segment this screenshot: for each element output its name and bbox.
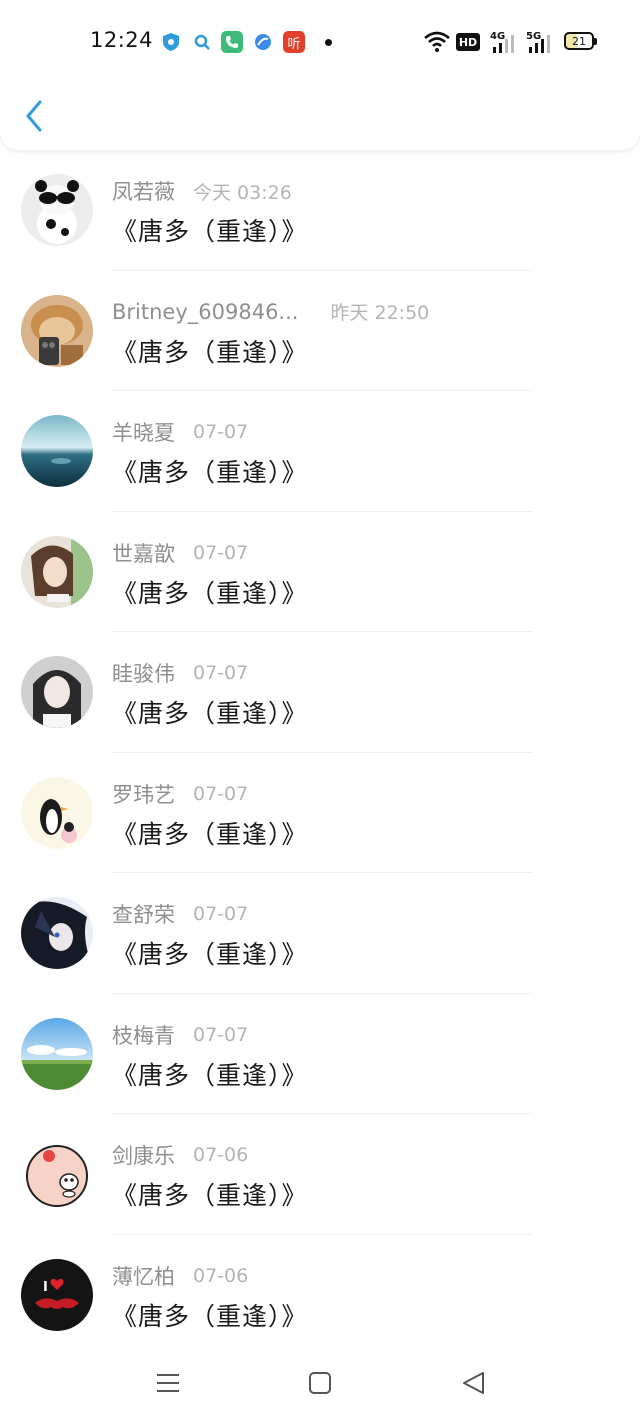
user-name: 凤若薇 <box>112 180 175 204</box>
hd-badge: HD <box>456 33 480 51</box>
item-meta: 世嘉歆 07-07 <box>112 538 248 568</box>
user-name: 世嘉歆 <box>112 541 175 566</box>
list-item[interactable]: 羊晓夏 07-07 《唐多（重逢）》 <box>0 391 640 512</box>
screen: 12:24 听 HD 4G 5G 21 凤若薇 今天 03:26 《唐多（重逢）… <box>0 0 640 1422</box>
list-item[interactable]: 眭骏伟 07-07 《唐多（重逢）》 <box>0 632 640 753</box>
phone-app-icon <box>221 31 243 53</box>
list-item[interactable]: Britney_609846... 昨天 22:50 《唐多（重逢）》 <box>0 271 640 391</box>
post-time: 07-07 <box>193 541 249 564</box>
item-meta: 凤若薇 今天 03:26 <box>112 176 292 206</box>
user-name: 枝梅青 <box>112 1023 175 1048</box>
svg-text:5G: 5G <box>526 31 541 42</box>
post-time: 今天 03:26 <box>193 181 292 204</box>
item-title: 《唐多（重逢）》 <box>112 1301 308 1331</box>
list-item[interactable]: 枝梅青 07-07 《唐多（重逢）》 <box>0 994 640 1114</box>
status-time: 12:24 <box>90 28 154 52</box>
item-title: 《唐多（重逢）》 <box>112 458 308 487</box>
grassland-sky-avatar[interactable] <box>21 1017 93 1090</box>
item-title: 《唐多（重逢）》 <box>112 699 308 728</box>
post-time: 07-06 <box>193 1264 249 1287</box>
browser-app-icon <box>252 31 274 53</box>
wifi-icon <box>423 30 451 54</box>
post-time: 昨天 22:50 <box>330 302 430 324</box>
item-meta: 查舒荣 07-07 <box>112 899 248 929</box>
user-name: 罗玮艺 <box>112 782 175 807</box>
home-square-icon <box>309 1372 331 1394</box>
item-meta: Britney_609846... 昨天 22:50 <box>112 297 429 327</box>
item-meta: 薄忆柏 07-06 <box>112 1261 248 1291</box>
menu-lines-icon <box>157 1374 179 1392</box>
list-item[interactable]: I 薄忆柏 07-06 《唐多（重逢）》 <box>0 1235 640 1356</box>
girl-bw-avatar[interactable] <box>21 656 93 728</box>
system-back-button[interactable] <box>459 1368 489 1398</box>
sea-horizon-avatar[interactable] <box>21 415 93 487</box>
shield-app-icon <box>160 31 182 53</box>
item-title: 《唐多（重逢）》 <box>112 1181 308 1210</box>
item-title: 《唐多（重逢）》 <box>112 578 308 608</box>
signal-4g-icon: 4G <box>489 30 519 54</box>
list-item[interactable]: 凤若薇 今天 03:26 《唐多（重逢）》 <box>0 150 640 271</box>
item-title: 《唐多（重逢）》 <box>112 940 308 969</box>
header: 12:24 听 HD 4G 5G 21 <box>0 0 640 150</box>
penguin-avatar[interactable] <box>21 776 93 849</box>
dog-phone-avatar[interactable] <box>21 294 93 367</box>
post-time: 07-07 <box>193 662 249 684</box>
back-button[interactable] <box>20 96 50 136</box>
item-meta: 眭骏伟 07-07 <box>112 658 248 688</box>
user-name: 眭骏伟 <box>112 662 175 686</box>
post-time: 07-07 <box>193 421 249 443</box>
listen-app-icon: 听 <box>283 31 305 53</box>
panda-glasses-avatar[interactable] <box>21 174 93 246</box>
item-title: 《唐多（重逢）》 <box>112 819 308 849</box>
item-meta: 剑康乐 07-06 <box>112 1140 248 1170</box>
item-meta: 羊晓夏 07-07 <box>112 417 248 447</box>
girl-portrait-avatar[interactable] <box>21 535 93 608</box>
post-time: 07-07 <box>193 782 249 805</box>
list-item[interactable]: 罗玮艺 07-07 《唐多（重逢）》 <box>0 753 640 873</box>
cartoon-pig-avatar[interactable] <box>21 1138 93 1210</box>
signal-5g-icon: 5G <box>525 30 555 54</box>
user-name: 查舒荣 <box>112 903 175 927</box>
back-triangle-icon <box>463 1372 484 1394</box>
list-item[interactable]: 剑康乐 07-06 《唐多（重逢）》 <box>0 1114 640 1235</box>
list-item[interactable]: 查舒荣 07-07 《唐多（重逢）》 <box>0 873 640 994</box>
post-time: 07-07 <box>193 903 249 925</box>
post-time: 07-06 <box>193 1144 249 1166</box>
item-meta: 罗玮艺 07-07 <box>112 779 248 809</box>
battery-icon: 21 <box>564 32 597 50</box>
more-notifications-dot <box>325 39 332 46</box>
navigation-bar <box>0 1350 640 1422</box>
svg-text:4G: 4G <box>490 31 505 42</box>
message-list: 凤若薇 今天 03:26 《唐多（重逢）》 Britney_609846... … <box>0 150 640 1355</box>
item-title: 《唐多（重逢）》 <box>112 337 308 367</box>
item-meta: 枝梅青 07-07 <box>112 1020 248 1050</box>
item-title: 《唐多（重逢）》 <box>112 1060 308 1090</box>
chevron-left-icon <box>26 100 42 132</box>
i-love-mustache-avatar[interactable]: I <box>21 1258 93 1331</box>
status-bar: 12:24 听 HD 4G 5G 21 <box>0 20 640 64</box>
search-app-icon <box>191 31 213 53</box>
recent-apps-button[interactable] <box>153 1368 183 1398</box>
item-title: 《唐多（重逢）》 <box>112 217 308 246</box>
anime-character-avatar[interactable] <box>21 897 93 969</box>
user-name: 剑康乐 <box>112 1144 175 1168</box>
list-item[interactable]: 世嘉歆 07-07 《唐多（重逢）》 <box>0 512 640 632</box>
user-name: 羊晓夏 <box>112 421 175 445</box>
home-button[interactable] <box>305 1368 335 1398</box>
user-name: 薄忆柏 <box>112 1264 175 1289</box>
post-time: 07-07 <box>193 1023 249 1046</box>
user-name: Britney_609846... <box>112 299 299 324</box>
avatar-letter: I <box>43 1280 48 1295</box>
